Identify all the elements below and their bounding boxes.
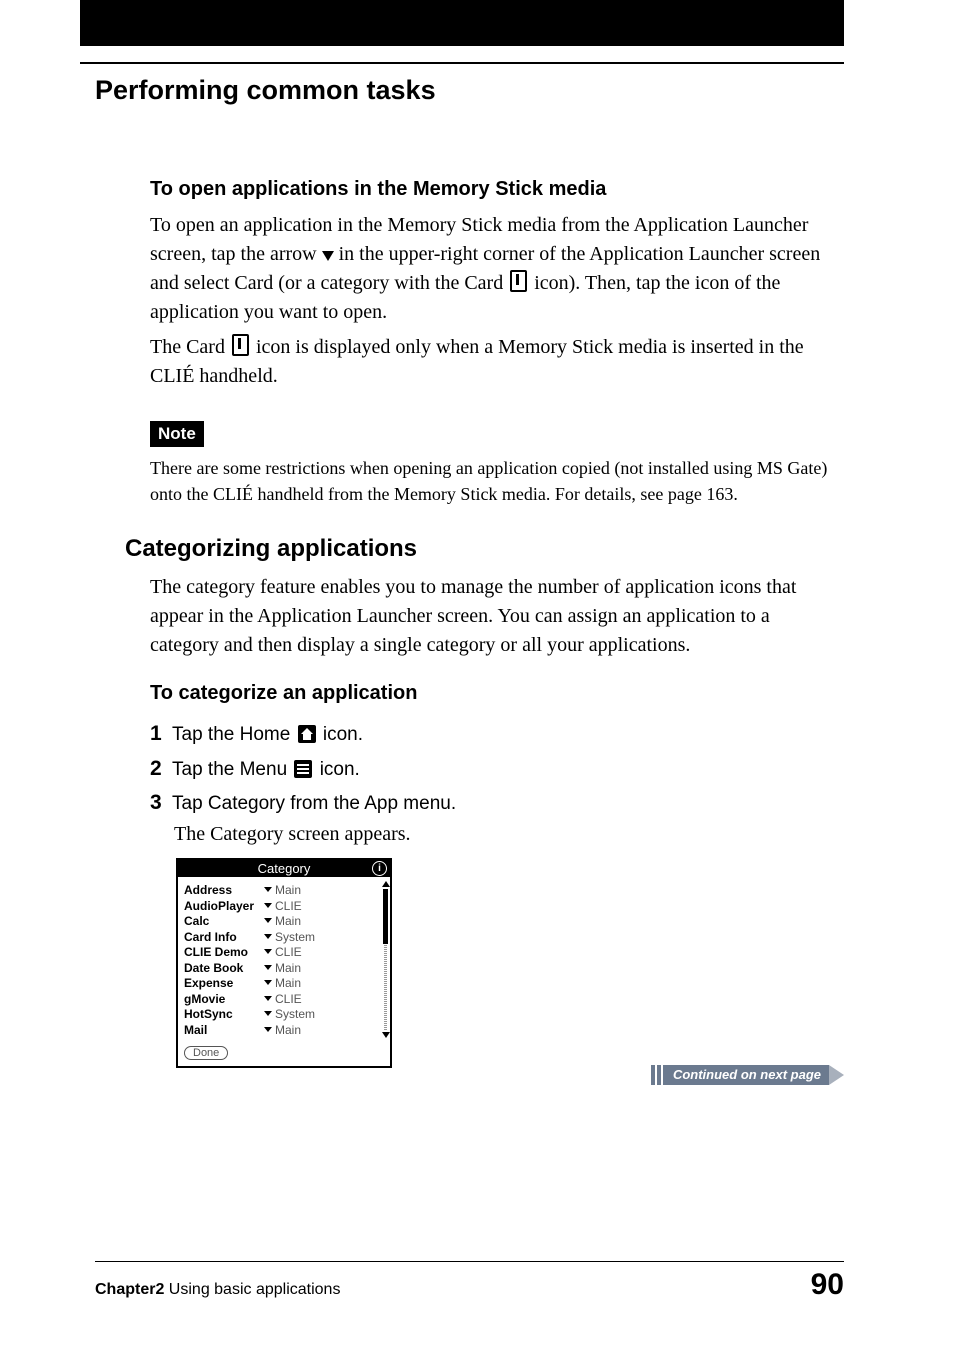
list-item: System — [264, 1007, 384, 1023]
step-1: 1Tap the Home icon. — [150, 717, 839, 752]
decor-bar — [657, 1065, 661, 1085]
card-icon — [510, 270, 527, 292]
page-footer: Chapter2 Using basic applications 90 — [95, 1268, 844, 1302]
dropdown-icon — [264, 918, 272, 923]
dropdown-icon — [264, 934, 272, 939]
step-number: 2 — [150, 752, 172, 787]
step-number: 1 — [150, 717, 172, 752]
text: Tap Category from the App menu. — [172, 793, 456, 814]
dropdown-icon — [264, 887, 272, 892]
step-2: 2Tap the Menu icon. — [150, 752, 839, 787]
main-content: To open applications in the Memory Stick… — [150, 178, 839, 1068]
info-icon: i — [372, 861, 387, 876]
list-item: Card Info — [184, 930, 264, 946]
text: The Card — [150, 336, 230, 358]
text: icon. — [314, 759, 359, 780]
card-icon — [232, 334, 249, 356]
step-number: 3 — [150, 786, 172, 821]
menu-icon — [294, 760, 312, 778]
continued-text: Continued on next page — [663, 1065, 829, 1085]
list-item: CLIE — [264, 945, 384, 961]
list-item: HotSync — [184, 1007, 264, 1023]
list-item: CLIE — [264, 992, 384, 1008]
continued-arrow-icon — [829, 1065, 844, 1085]
list-item: Main — [264, 914, 384, 930]
header-rule — [80, 62, 844, 64]
home-icon — [298, 725, 316, 743]
list-item: gMovie — [184, 992, 264, 1008]
paragraph-2: The Card icon is displayed only when a M… — [150, 333, 839, 391]
text: icon. — [318, 724, 363, 745]
list-item: System — [264, 930, 384, 946]
list-item: Mail — [184, 1023, 264, 1039]
list-item: CLIE — [264, 899, 384, 915]
document-page: Performing common tasks To open applicat… — [0, 0, 954, 1352]
list-item: Main — [264, 883, 384, 899]
heading-to-categorize: To categorize an application — [150, 682, 839, 705]
list-item: Address — [184, 883, 264, 899]
steps-list: 1Tap the Home icon. 2Tap the Menu icon. … — [150, 717, 839, 846]
footer-rule — [95, 1261, 844, 1262]
category-column: Main CLIE Main System CLIE Main Main CLI… — [264, 883, 384, 1038]
list-item: Calc — [184, 914, 264, 930]
scroll-down-icon — [382, 1032, 390, 1038]
chapter-label: Chapter2 Using basic applications — [95, 1281, 340, 1299]
screen-title: Category — [258, 861, 311, 876]
continued-banner: Continued on next page — [651, 1065, 844, 1085]
category-screen: Category i Address AudioPlayer Calc Card… — [176, 858, 392, 1068]
list-item: CLIE Demo — [184, 945, 264, 961]
list-item: Date Book — [184, 961, 264, 977]
list-item: Main — [264, 1023, 384, 1039]
step-3: 3Tap Category from the App menu. — [150, 786, 839, 821]
down-triangle-icon — [322, 251, 334, 261]
decor-bar — [651, 1065, 655, 1085]
text: Tap the Home — [172, 724, 296, 745]
list-item: AudioPlayer — [184, 899, 264, 915]
step-follow: The Category screen appears. — [174, 823, 839, 846]
app-name-column: Address AudioPlayer Calc Card Info CLIE … — [184, 883, 264, 1038]
dropdown-icon — [264, 1011, 272, 1016]
note-badge: Note — [150, 421, 204, 447]
header-black-bar — [80, 0, 844, 46]
dropdown-icon — [264, 996, 272, 1001]
list-item: Main — [264, 961, 384, 977]
dropdown-icon — [264, 965, 272, 970]
list-item: Expense — [184, 976, 264, 992]
screen-body: Address AudioPlayer Calc Card Info CLIE … — [178, 877, 390, 1042]
text: Tap the Menu — [172, 759, 292, 780]
scrollbar — [382, 881, 388, 1038]
dropdown-icon — [264, 949, 272, 954]
heading-categorizing: Categorizing applications — [125, 535, 839, 563]
dropdown-icon — [264, 1027, 272, 1032]
scroll-thumb — [383, 889, 388, 944]
page-title: Performing common tasks — [95, 75, 436, 106]
done-button: Done — [184, 1046, 228, 1060]
scroll-up-icon — [382, 881, 390, 887]
screen-title-bar: Category i — [178, 860, 390, 877]
dropdown-icon — [264, 980, 272, 985]
heading-open-apps: To open applications in the Memory Stick… — [150, 178, 839, 201]
note-text: There are some restrictions when opening… — [150, 455, 839, 507]
page-number: 90 — [811, 1268, 844, 1302]
list-item: Main — [264, 976, 384, 992]
paragraph-cat: The category feature enables you to mana… — [150, 573, 839, 660]
paragraph-1: To open an application in the Memory Sti… — [150, 211, 839, 327]
dropdown-icon — [264, 903, 272, 908]
